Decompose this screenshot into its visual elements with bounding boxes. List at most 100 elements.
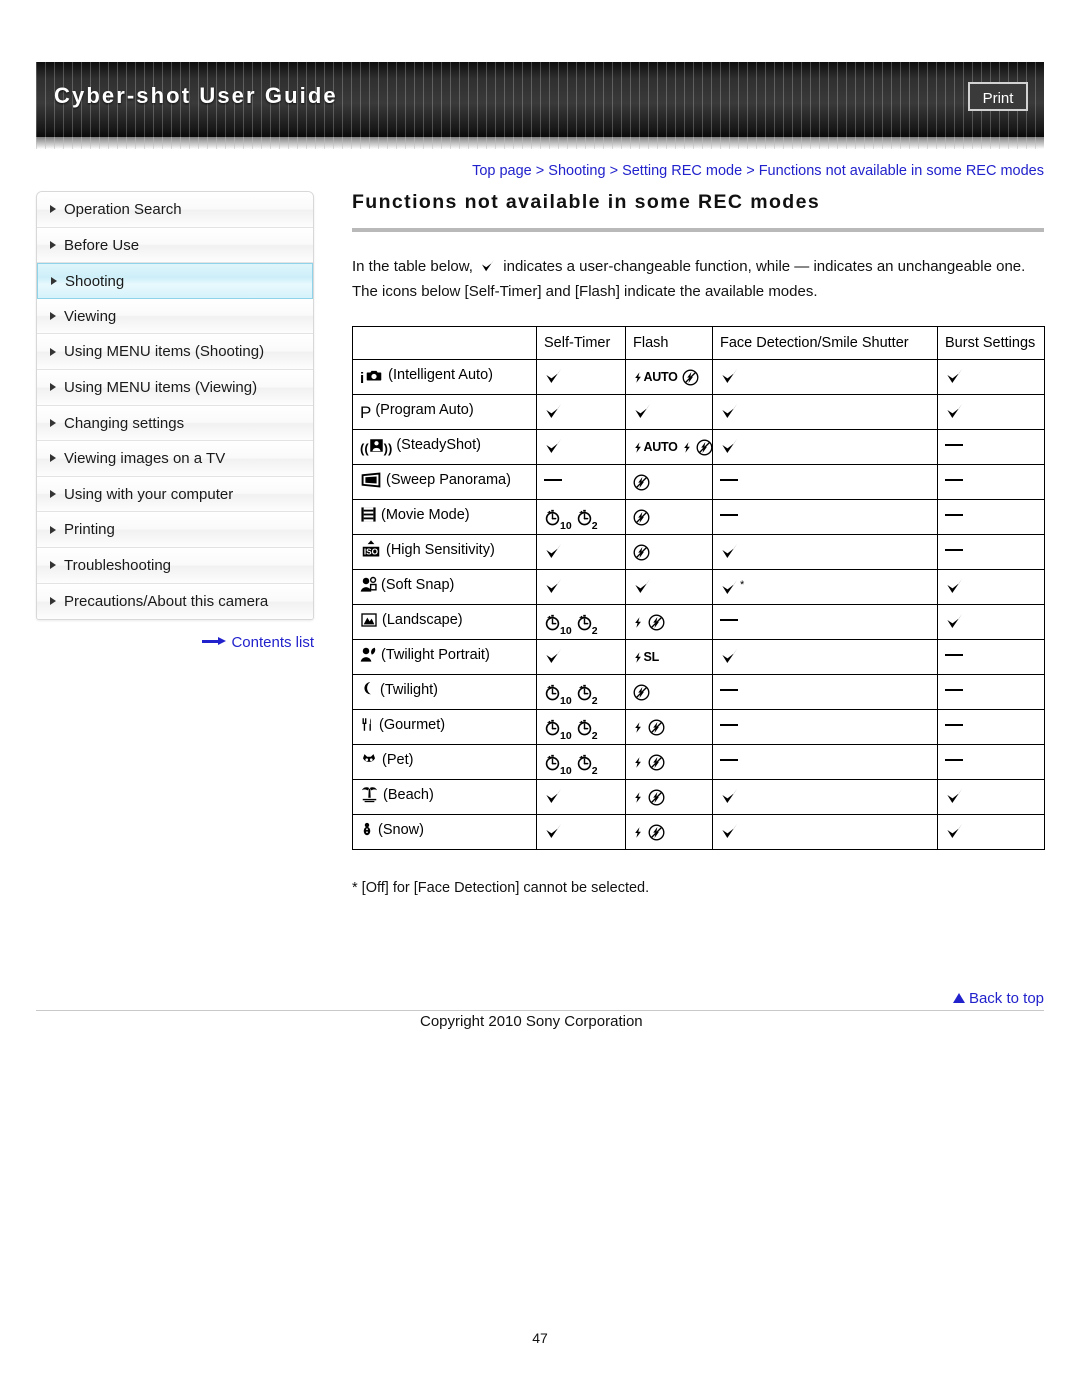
sidebar-item-troubleshooting[interactable]: Troubleshooting [37,547,313,584]
check-icon [633,577,652,596]
dash-icon [720,724,738,726]
sidebar-item-label: Printing [64,521,115,539]
table-row: ISO (High Sensitivity) [352,534,1045,570]
bullet-icon [50,347,56,356]
table-row: (Snow) [352,814,1045,850]
check-icon [720,647,739,666]
self-timer-10-icon: 10 [544,509,572,531]
self-timer-cell [536,569,626,605]
breadcrumb-item-0[interactable]: Top page [472,163,532,179]
flash-flash-off-icon [633,684,650,701]
soft-snap-icon [360,576,377,599]
table-header: Self-Timer Flash Face Detection/Smile Sh… [352,326,1045,360]
bullet-icon [50,418,56,427]
table-row: (Soft Snap) * [352,569,1045,605]
twilight-portrait-icon [360,646,377,669]
steadyshot-icon: (()) [360,439,393,456]
flash-flash-on-off-icon [633,614,665,631]
banner-reflection [36,137,1044,149]
table-row: P (Program Auto) [352,394,1045,430]
mode-cell: (Pet) [352,744,537,780]
landscape-icon [360,612,378,634]
table-row: (Movie Mode) 10 2 [352,499,1045,535]
self-timer-icons: 10 2 [544,509,598,531]
self-timer-cell: 10 2 [536,674,626,710]
burst-settings-cell [937,534,1045,570]
check-icon [720,367,739,386]
footnote-marker: * [740,579,745,591]
dash-icon [544,479,562,481]
app-title: Cyber-shot User Guide [54,83,338,108]
high-sensitivity-icon: ISO [360,540,382,564]
flash-cell [625,604,713,640]
check-icon [544,787,563,806]
face-detection-cell [712,359,938,395]
mode-label: (Beach) [383,787,434,803]
sidebar-item-changing-settings[interactable]: Changing settings [37,405,313,442]
flash-flash-off-icon [633,474,650,491]
contents-list-link[interactable]: Contents list [36,634,314,651]
flash-flash-on-off-icon [633,789,665,806]
back-to-top-link[interactable]: Back to top [352,990,1044,1007]
bullet-icon [50,525,56,534]
burst-settings-cell [937,639,1045,675]
mode-label: (Program Auto) [375,402,474,418]
sidebar-item-shooting[interactable]: Shooting [37,263,313,299]
dash-icon [945,514,963,516]
sidebar-item-precautions-about-this-camera[interactable]: Precautions/About this camera [37,583,313,620]
table-row: (Landscape) 10 2 [352,604,1045,640]
face-detection-cell [712,779,938,815]
check-icon [945,402,964,421]
burst-settings-cell [937,814,1045,850]
dash-icon [720,759,738,761]
flash-cell: AUTO [625,429,713,465]
burst-settings-cell [937,499,1045,535]
burst-settings-cell [937,464,1045,500]
flash-flash-on-off-icon [633,754,665,771]
self-timer-icons: 10 2 [544,684,598,706]
flash-cell: AUTO [625,359,713,395]
face-detection-cell [712,709,938,745]
burst-settings-cell [937,604,1045,640]
flash-flash-off-icon [633,544,650,561]
face-detection-cell [712,639,938,675]
self-timer-cell [536,394,626,430]
sidebar-item-printing[interactable]: Printing [37,512,313,548]
arrow-right-icon [202,637,227,646]
check-icon [544,647,563,666]
sidebar-item-before-use[interactable]: Before Use [37,227,313,264]
sidebar-item-using-menu-items-viewing[interactable]: Using MENU items (Viewing) [37,369,313,406]
check-icon [945,787,964,806]
sidebar-item-using-with-your-computer[interactable]: Using with your computer [37,476,313,513]
intelligent-auto-icon: i [360,367,384,389]
flash-cell [625,779,713,815]
sidebar-item-using-menu-items-shooting[interactable]: Using MENU items (Shooting) [37,334,313,370]
sidebar-item-label: Changing settings [64,414,185,432]
twilight-icon [360,681,376,704]
breadcrumb-item-2[interactable]: Setting REC mode [622,163,742,179]
sidebar-item-label: Operation Search [64,201,182,218]
flash-cell [625,499,713,535]
self-timer-2-icon: 2 [576,719,598,741]
self-timer-cell [536,779,626,815]
sidebar-item-operation-search[interactable]: Operation Search [37,192,313,228]
check-icon [480,257,496,273]
breadcrumb-item-3[interactable]: Functions not available in some REC mode… [759,163,1044,179]
bullet-icon [50,312,56,321]
self-timer-cell [536,429,626,465]
check-icon [945,367,964,386]
breadcrumb-item-1[interactable]: Shooting [548,163,605,179]
bullet-icon [50,490,56,499]
burst-settings-cell [937,429,1045,465]
self-timer-cell [536,534,626,570]
sidebar-item-viewing[interactable]: Viewing [37,298,313,335]
mode-label: (High Sensitivity) [386,542,495,558]
print-button[interactable]: Print [968,82,1028,111]
sidebar-item-viewing-images-on-a-tv[interactable]: Viewing images on a TV [37,441,313,477]
check-icon [945,577,964,596]
table-row: (Pet) 10 2 [352,744,1045,780]
mode-cell: (Soft Snap) [352,569,537,605]
table-header-burst: Burst Settings [937,326,1045,360]
mode-label: (Intelligent Auto) [388,367,493,383]
flash-cell [625,534,713,570]
